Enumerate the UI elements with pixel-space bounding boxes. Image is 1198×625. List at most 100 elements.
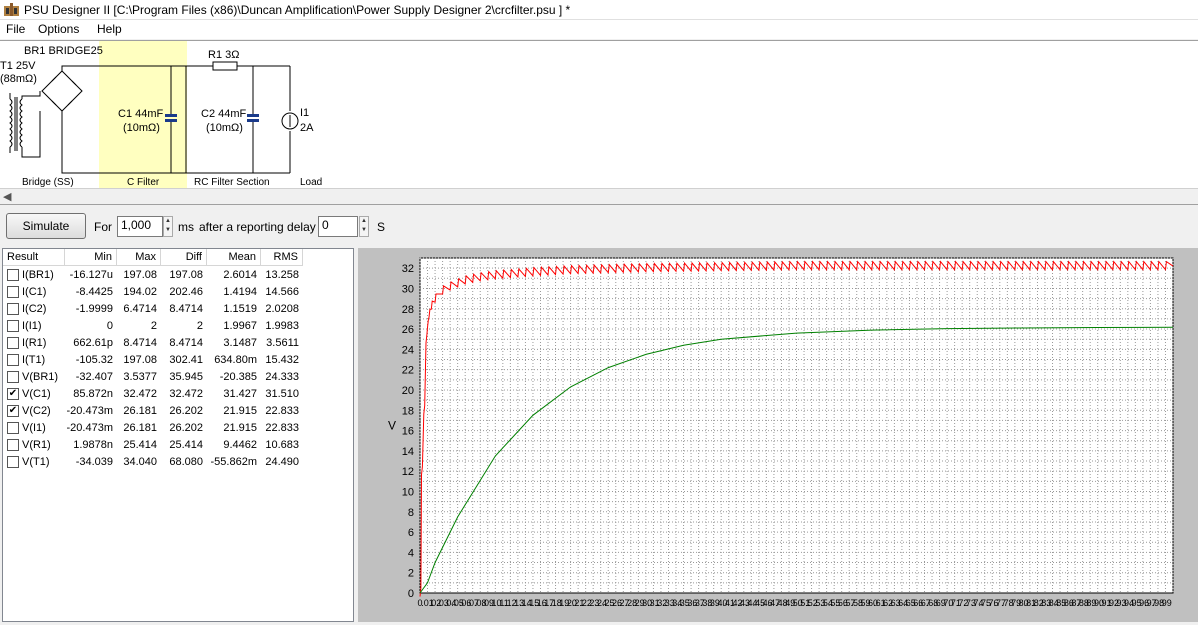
menu-file[interactable]: File [6,22,25,36]
result-max: 197.08 [123,354,157,366]
result-max: 194.02 [123,286,157,298]
result-rms: 22.833 [265,405,299,417]
header-mean[interactable]: Mean [207,249,261,266]
table-row[interactable]: I(I1) 0 2 2 1.9967 1.9983 [3,318,355,335]
y-axis-label: V [388,419,396,433]
y-tick-label: 12 [402,466,414,478]
result-name: I(R1) [22,337,47,349]
delay-label: after a reporting delay of [199,220,330,234]
y-tick-label: 32 [402,263,414,275]
header-min[interactable]: Min [65,249,117,266]
result-name: V(T1) [22,456,50,468]
result-checkbox[interactable] [7,456,19,468]
result-rms: 31.510 [265,388,299,400]
result-max: 26.181 [123,405,157,417]
header-result[interactable]: Result [3,249,65,266]
header-diff[interactable]: Diff [161,249,207,266]
result-max: 8.4714 [123,337,157,349]
result-mean: 1.1519 [223,303,257,315]
result-diff: 197.08 [169,269,203,281]
result-mean: 1.4194 [223,286,257,298]
ms-label: ms [178,220,194,234]
result-mean: -55.862m [210,456,257,468]
result-checkbox[interactable]: ✔ [7,405,19,417]
i1-value-label: 2A [300,122,314,134]
result-max: 25.414 [123,439,157,451]
result-checkbox[interactable]: ✔ [7,388,19,400]
table-row[interactable]: I(BR1) -16.127u 197.08 197.08 2.6014 13.258 [3,267,355,284]
table-row[interactable]: V(BR1) -32.407 3.5377 35.945 -20.385 24.333 [3,369,355,386]
table-row[interactable]: ✔ V(C1) 85.872n 32.472 32.472 31.427 31.510 [3,386,355,403]
y-tick-label: 2 [408,568,414,580]
table-row[interactable]: V(T1) -34.039 34.040 68.080 -55.862m 24.490 [3,454,355,471]
result-name: I(C2) [22,303,47,315]
horizontal-scrollbar[interactable]: ◀ [0,188,1198,204]
result-checkbox[interactable] [7,286,19,298]
result-checkbox[interactable] [7,439,19,451]
schematic-drawing [9,41,299,189]
result-diff: 26.202 [169,422,203,434]
result-mean: -20.385 [219,371,257,383]
result-min: -1.9999 [75,303,113,315]
duration-input[interactable]: 1,000 [117,216,163,237]
result-min: -105.32 [75,354,113,366]
table-row[interactable]: ✔ V(C2) -20.473m 26.181 26.202 21.915 22.833 [3,403,355,420]
result-checkbox[interactable] [7,422,19,434]
section-load-label: Load [300,177,323,188]
circuit-schematic: BR1 BRIDGE25 T1 25V (88mΩ) R1 3Ω C1 44mF… [0,40,1198,189]
result-diff: 8.4714 [169,337,203,349]
c1-esr-label: (10mΩ) [123,122,160,134]
result-mean: 3.1487 [223,337,257,349]
result-name: V(BR1) [22,371,59,383]
result-diff: 202.46 [169,286,203,298]
x-tick-label: .99 [1159,598,1172,608]
section-bridge-label: Bridge (SS) [22,177,74,188]
result-min: -8.4425 [75,286,113,298]
seconds-label: S [377,220,386,234]
c2-esr-label: (10mΩ) [206,122,243,134]
result-checkbox[interactable] [7,354,19,366]
result-rms: 22.833 [265,422,299,434]
result-name: V(C1) [22,388,51,400]
delay-input[interactable]: 0 [318,216,358,237]
result-name: V(R1) [22,439,51,451]
result-max: 26.181 [123,422,157,434]
table-row[interactable]: I(R1) 662.61p 8.4714 8.4714 3.1487 3.5611 [3,335,355,352]
i1-label: I1 [300,107,310,119]
y-tick-label: 6 [408,527,414,539]
result-checkbox[interactable] [7,303,19,315]
menu-options[interactable]: Options [38,22,79,36]
result-checkbox[interactable] [7,320,19,332]
result-min: 85.872n [73,388,113,400]
table-row[interactable]: V(I1) -20.473m 26.181 26.202 21.915 22.833 [3,420,355,437]
result-checkbox[interactable] [7,269,19,281]
plot-area [419,257,1174,594]
table-row[interactable]: I(C1) -8.4425 194.02 202.46 1.4194 14.566 [3,284,355,301]
result-diff: 35.945 [169,371,203,383]
y-tick-label: 28 [402,304,414,316]
result-mean: 1.9967 [223,320,257,332]
duration-spinner[interactable]: ▲ ▼ [163,216,173,237]
chart-panel: 0 2 4 6 8 10 12 14 16 18 20 22 24 26 28 30 32 0.01.02.03.… [358,248,1198,622]
y-tick-label: 10 [402,486,414,498]
delay-spinner[interactable]: ▲ ▼ [359,216,369,237]
table-row[interactable]: I(T1) -105.32 197.08 302.41 634.80m 15.432 [3,352,355,369]
menu-help[interactable]: Help [97,22,122,36]
result-mean: 634.80m [214,354,257,366]
result-diff: 26.202 [169,405,203,417]
br1-label: BR1 BRIDGE25 [24,45,103,57]
simulate-button[interactable]: Simulate [6,213,86,239]
scroll-left-icon[interactable]: ◀ [3,190,11,203]
result-checkbox[interactable] [7,371,19,383]
result-rms: 3.5611 [266,337,299,349]
table-row[interactable]: I(C2) -1.9999 6.4714 8.4714 1.1519 2.0208 [3,301,355,318]
header-max[interactable]: Max [117,249,161,266]
result-max: 6.4714 [123,303,157,315]
voltage-chart: 024681012141618202224262830320.01.02.03.… [388,257,1174,608]
y-tick-label: 24 [402,344,414,356]
table-row[interactable]: V(R1) 1.9878n 25.414 25.414 9.4462 10.683 [3,437,355,454]
result-rms: 24.490 [265,456,299,468]
result-checkbox[interactable] [7,337,19,349]
result-name: I(I1) [22,320,42,332]
header-rms[interactable]: RMS [261,249,303,266]
